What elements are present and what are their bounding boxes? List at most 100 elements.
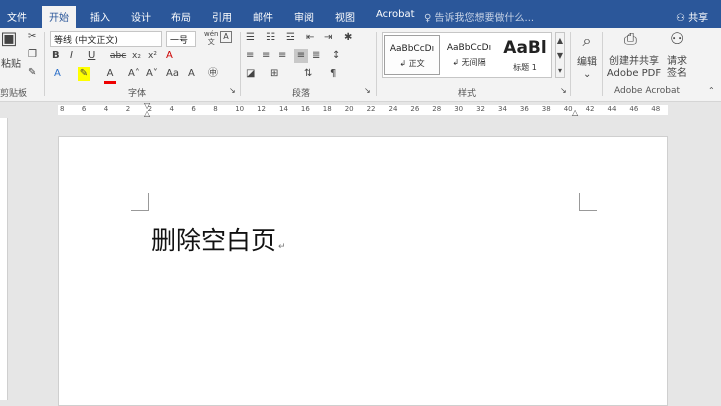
right-indent-marker-icon[interactable]: △	[572, 106, 578, 120]
cut-icon[interactable]: ✂	[28, 30, 36, 44]
ruler-tick-label: 26	[410, 105, 420, 113]
document-body[interactable]: 删除空白页 ↵	[151, 221, 286, 257]
tell-me-box[interactable]: ♀ 告诉我您想要做什么...	[424, 9, 534, 24]
tab-references[interactable]: 引用	[205, 6, 239, 28]
bold-button[interactable]: B	[52, 49, 60, 63]
share-button[interactable]: ⚇ 共享	[676, 9, 708, 24]
char-border-icon[interactable]: A	[220, 31, 232, 43]
style-name: 标题 1	[513, 63, 537, 72]
phonetic-pinyin: wén	[204, 30, 219, 38]
ruler-tick-label: 48	[651, 105, 661, 113]
style-sample: AaBl	[503, 38, 547, 58]
increase-indent-icon[interactable]: ⇥	[324, 31, 332, 45]
phonetic-guide-icon[interactable]: wén 文	[204, 30, 218, 46]
create-pdf-line1: 创建并共享	[609, 56, 659, 67]
style-heading-1[interactable]: AaBl 标题 1	[497, 35, 553, 75]
align-left-icon[interactable]: ≡	[246, 49, 254, 63]
tab-file[interactable]: 文件	[0, 6, 34, 28]
grow-font-button[interactable]: A˄	[128, 67, 140, 81]
styles-scroll[interactable]: ▲ ▼ ▾	[555, 32, 565, 78]
align-right-icon[interactable]: ≡	[278, 49, 286, 63]
paragraph-mark-icon: ↵	[278, 242, 286, 252]
margin-corner-top-right	[579, 193, 597, 211]
style-no-spacing[interactable]: AaBbCcDı ↲ 无间隔	[441, 35, 497, 75]
ruler-tick-label: 46	[629, 105, 639, 113]
char-shading-icon[interactable]: A	[188, 67, 195, 81]
strikethrough-button[interactable]: abc	[110, 49, 126, 63]
create-pdf-line2: Adobe PDF	[606, 68, 662, 79]
tab-review[interactable]: 审阅	[287, 6, 321, 28]
highlight-icon[interactable]: ✎	[78, 67, 90, 81]
tab-design[interactable]: 设计	[124, 6, 158, 28]
divider	[570, 32, 571, 96]
underline-button[interactable]: U	[88, 49, 95, 63]
font-group-label: 字体	[128, 89, 147, 99]
chinese-layout-icon[interactable]: ✱	[344, 31, 352, 45]
share-label: 共享	[688, 13, 709, 24]
tab-acrobat[interactable]: Acrobat	[369, 6, 422, 28]
paragraph-mark-icon: ↲	[399, 59, 407, 68]
tab-insert[interactable]: 插入	[83, 6, 117, 28]
document-page[interactable]: 删除空白页 ↵	[58, 136, 668, 406]
font-size-combo[interactable]: 一号	[166, 31, 196, 47]
style-normal[interactable]: AaBbCcDı ↲ 正文	[384, 35, 440, 75]
style-sample: AaBbCcDı	[446, 43, 492, 53]
collapse-ribbon-icon[interactable]: ⌃	[708, 84, 715, 98]
ruler-tick-label: 8	[213, 105, 218, 113]
bullets-icon[interactable]: ☰	[246, 31, 255, 45]
create-pdf-button[interactable]: 创建并共享 Adobe PDF	[606, 56, 662, 80]
clear-format-button[interactable]: A	[166, 49, 173, 63]
change-case-button[interactable]: Aa	[166, 67, 179, 81]
styles-dialog-launcher-icon[interactable]: ↘	[560, 84, 567, 98]
phonetic-char: 文	[207, 38, 215, 46]
find-icon[interactable]: ⌕	[576, 33, 598, 49]
copy-icon[interactable]: ❐	[28, 48, 37, 62]
italic-button[interactable]: I	[70, 49, 73, 63]
divider	[240, 32, 241, 96]
ruler-tick-label: 10	[235, 105, 245, 113]
line-spacing-icon[interactable]: ↕	[332, 49, 340, 63]
ruler-tick-label: 16	[300, 105, 310, 113]
paste-icon[interactable]: ▣	[0, 30, 18, 60]
tab-layout[interactable]: 布局	[164, 6, 198, 28]
ruler-tick-label: 32	[476, 105, 486, 113]
decrease-indent-icon[interactable]: ⇤	[306, 31, 314, 45]
ruler-tick-label: 4	[103, 105, 109, 113]
tab-mailings[interactable]: 邮件	[246, 6, 280, 28]
align-center-icon[interactable]: ≡	[262, 49, 270, 63]
ruler-tick-label: 28	[432, 105, 442, 113]
style-name: 正文	[408, 59, 425, 68]
tab-home[interactable]: 开始	[42, 6, 76, 28]
request-signature-button[interactable]: 请求 签名	[664, 56, 690, 80]
shrink-font-button[interactable]: A˅	[146, 67, 158, 81]
distributed-icon[interactable]: ≣	[312, 49, 320, 63]
subscript-button[interactable]: x₂	[132, 49, 141, 63]
tab-view[interactable]: 视图	[328, 6, 362, 28]
margin-corner-top-left	[131, 193, 149, 211]
enclose-char-icon[interactable]: ㊥	[208, 67, 218, 81]
ruler-tick-label: 8	[60, 105, 65, 113]
multilevel-list-icon[interactable]: ☲	[286, 31, 295, 45]
font-dialog-launcher-icon[interactable]: ↘	[229, 84, 236, 98]
text-effects-icon[interactable]: A	[54, 67, 61, 81]
chevron-down-icon[interactable]: ⌄	[583, 68, 591, 82]
borders-icon[interactable]: ⊞	[270, 67, 278, 81]
styles-gallery: AaBbCcDı ↲ 正文 AaBbCcDı ↲ 无间隔 AaBl 标题 1	[382, 32, 552, 78]
justify-icon[interactable]: ≡	[294, 49, 308, 63]
paste-label[interactable]: 粘贴	[0, 58, 22, 72]
create-pdf-icon[interactable]: ⎙	[624, 31, 637, 47]
indent-marker-icon[interactable]: ▽ △	[144, 102, 150, 118]
paragraph-mark-icon: ↲	[452, 58, 460, 67]
format-painter-icon[interactable]: ✎	[28, 66, 36, 80]
shading-icon[interactable]: ◪	[246, 67, 255, 81]
sort-icon[interactable]: ⇅	[304, 67, 312, 81]
superscript-button[interactable]: x²	[148, 49, 157, 63]
paragraph-dialog-launcher-icon[interactable]: ↘	[364, 84, 371, 98]
numbering-icon[interactable]: ☷	[266, 31, 275, 45]
show-marks-icon[interactable]: ¶	[330, 67, 336, 81]
font-name-combo[interactable]: 等线 (中文正文)	[50, 31, 162, 47]
request-signature-icon[interactable]: ⚇	[670, 31, 684, 47]
font-color-icon[interactable]: A	[104, 67, 116, 84]
ruler-tick-label: 36	[519, 105, 529, 113]
ruler-tick-label: 44	[607, 105, 617, 113]
